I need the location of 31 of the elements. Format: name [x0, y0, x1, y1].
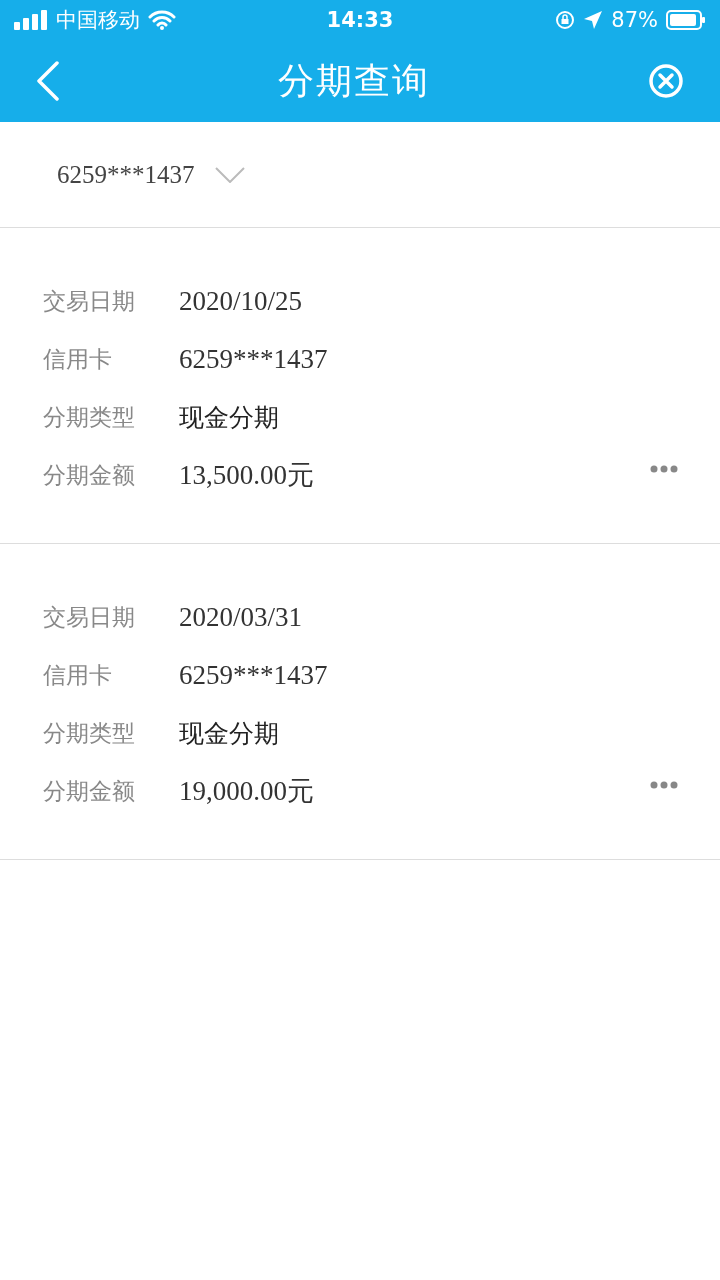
- field-label: 分期类型: [43, 718, 136, 748]
- signal-icon: [14, 10, 48, 30]
- chevron-down-icon[interactable]: [214, 166, 245, 183]
- field-value: 2020/10/25: [179, 285, 302, 317]
- field-value: 现金分期: [179, 717, 279, 750]
- more-icon[interactable]: [650, 781, 678, 789]
- rotation-lock-icon: [555, 10, 576, 30]
- field-label: 分期类型: [43, 402, 136, 432]
- field-value: 6259***1437: [179, 343, 328, 375]
- field-value: 19,000.00元: [179, 775, 314, 808]
- field-value: 13,500.00元: [179, 459, 314, 492]
- close-icon[interactable]: [648, 63, 684, 99]
- field-value: 现金分期: [179, 401, 279, 434]
- field-label: 信用卡: [43, 660, 113, 690]
- battery-icon: [666, 10, 706, 30]
- location-arrow-icon: [583, 10, 604, 30]
- field-label: 信用卡: [43, 344, 113, 374]
- carrier-name: 中国移动: [56, 7, 140, 34]
- field-value: 2020/03/31: [179, 601, 302, 633]
- card-select-field[interactable]: 6259***1437: [57, 160, 195, 189]
- field-label: 交易日期: [43, 286, 136, 316]
- field-value: 6259***1437: [179, 659, 328, 691]
- field-label: 交易日期: [43, 602, 136, 632]
- back-icon[interactable]: [36, 61, 60, 101]
- more-icon[interactable]: [650, 465, 678, 473]
- battery-percent: 87%: [611, 8, 658, 32]
- field-label: 分期金额: [43, 776, 136, 806]
- page-title: 分期查询: [278, 58, 430, 103]
- wifi-icon: [148, 10, 176, 30]
- field-label: 分期金额: [43, 460, 136, 490]
- clock-time: 14:33: [326, 8, 394, 32]
